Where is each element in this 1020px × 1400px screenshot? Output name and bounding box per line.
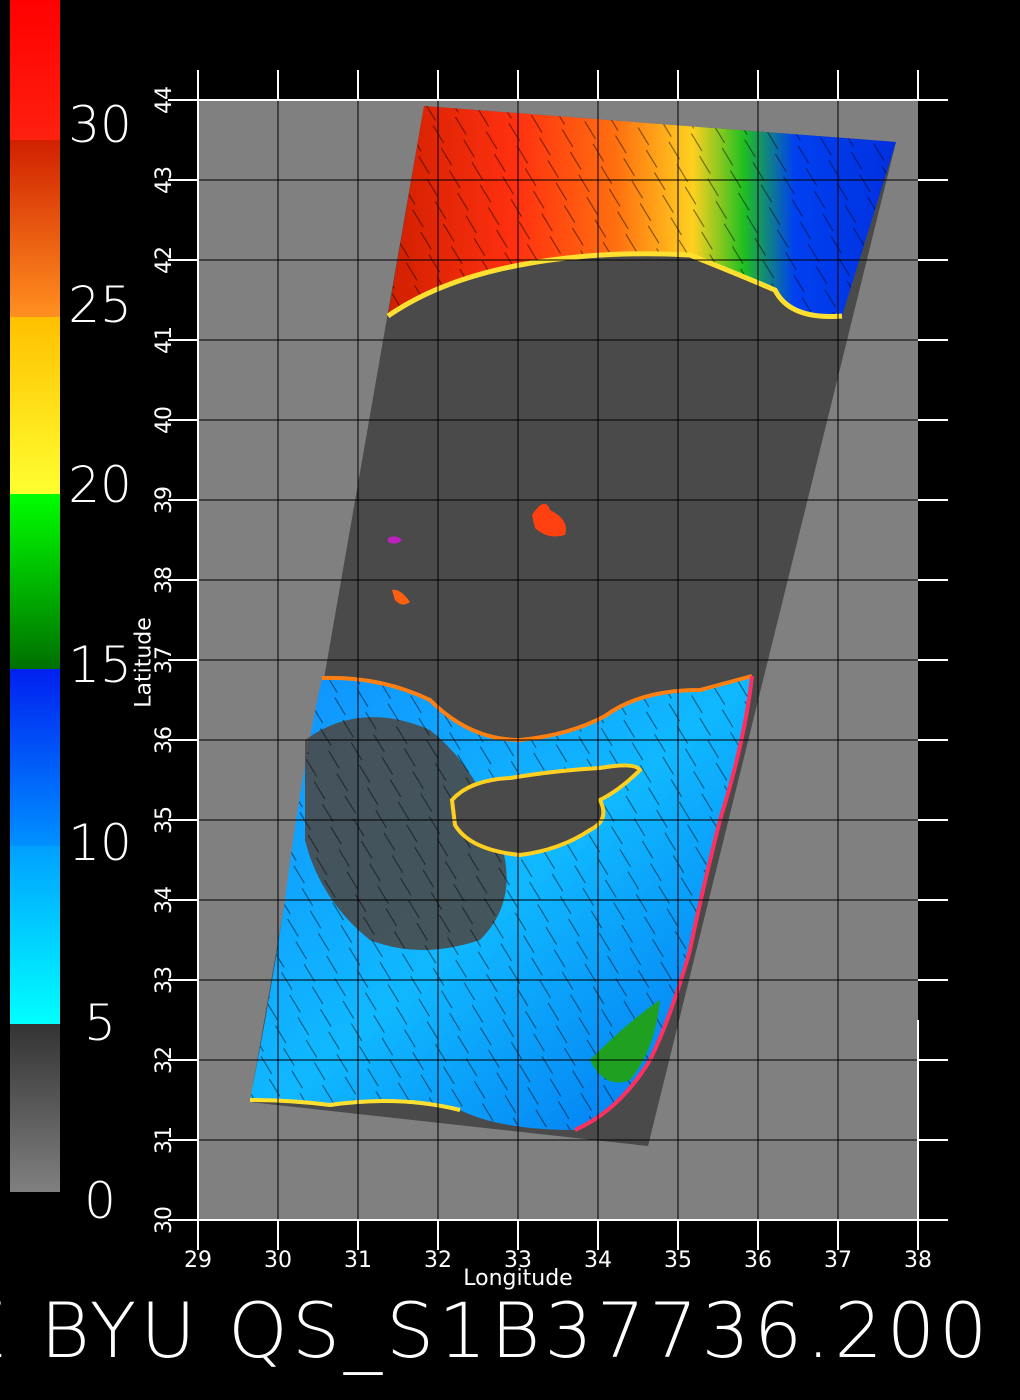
lat-tick-31: 31 [152, 1126, 177, 1154]
lat-tick-32: 32 [152, 1046, 177, 1074]
lat-tick-40: 40 [152, 406, 177, 434]
lat-tick-44: 44 [152, 86, 177, 114]
lat-tick-39: 39 [152, 486, 177, 514]
lon-tick-38: 38 [904, 1248, 932, 1273]
lat-tick-34: 34 [152, 886, 177, 914]
lon-tick-32: 32 [424, 1248, 452, 1273]
lon-tick-34: 34 [584, 1248, 612, 1273]
lon-tick-37: 37 [824, 1248, 852, 1273]
lon-tick-29: 29 [184, 1248, 212, 1273]
lon-tick-35: 35 [664, 1248, 692, 1273]
lon-tick-36: 36 [744, 1248, 772, 1273]
lat-tick-36: 36 [152, 726, 177, 754]
lon-tick-31: 31 [344, 1248, 372, 1273]
lat-tick-30: 30 [152, 1206, 177, 1234]
lon-tick-30: 30 [264, 1248, 292, 1273]
lat-tick-35: 35 [152, 806, 177, 834]
lat-tick-33: 33 [152, 966, 177, 994]
lat-tick-41: 41 [152, 326, 177, 354]
lat-tick-38: 38 [152, 566, 177, 594]
lat-tick-43: 43 [152, 166, 177, 194]
y-axis-title: Latitude [131, 617, 157, 708]
lat-tick-42: 42 [152, 246, 177, 274]
product-caption: E BYU QS_S1B37736.200 [0, 1286, 992, 1375]
